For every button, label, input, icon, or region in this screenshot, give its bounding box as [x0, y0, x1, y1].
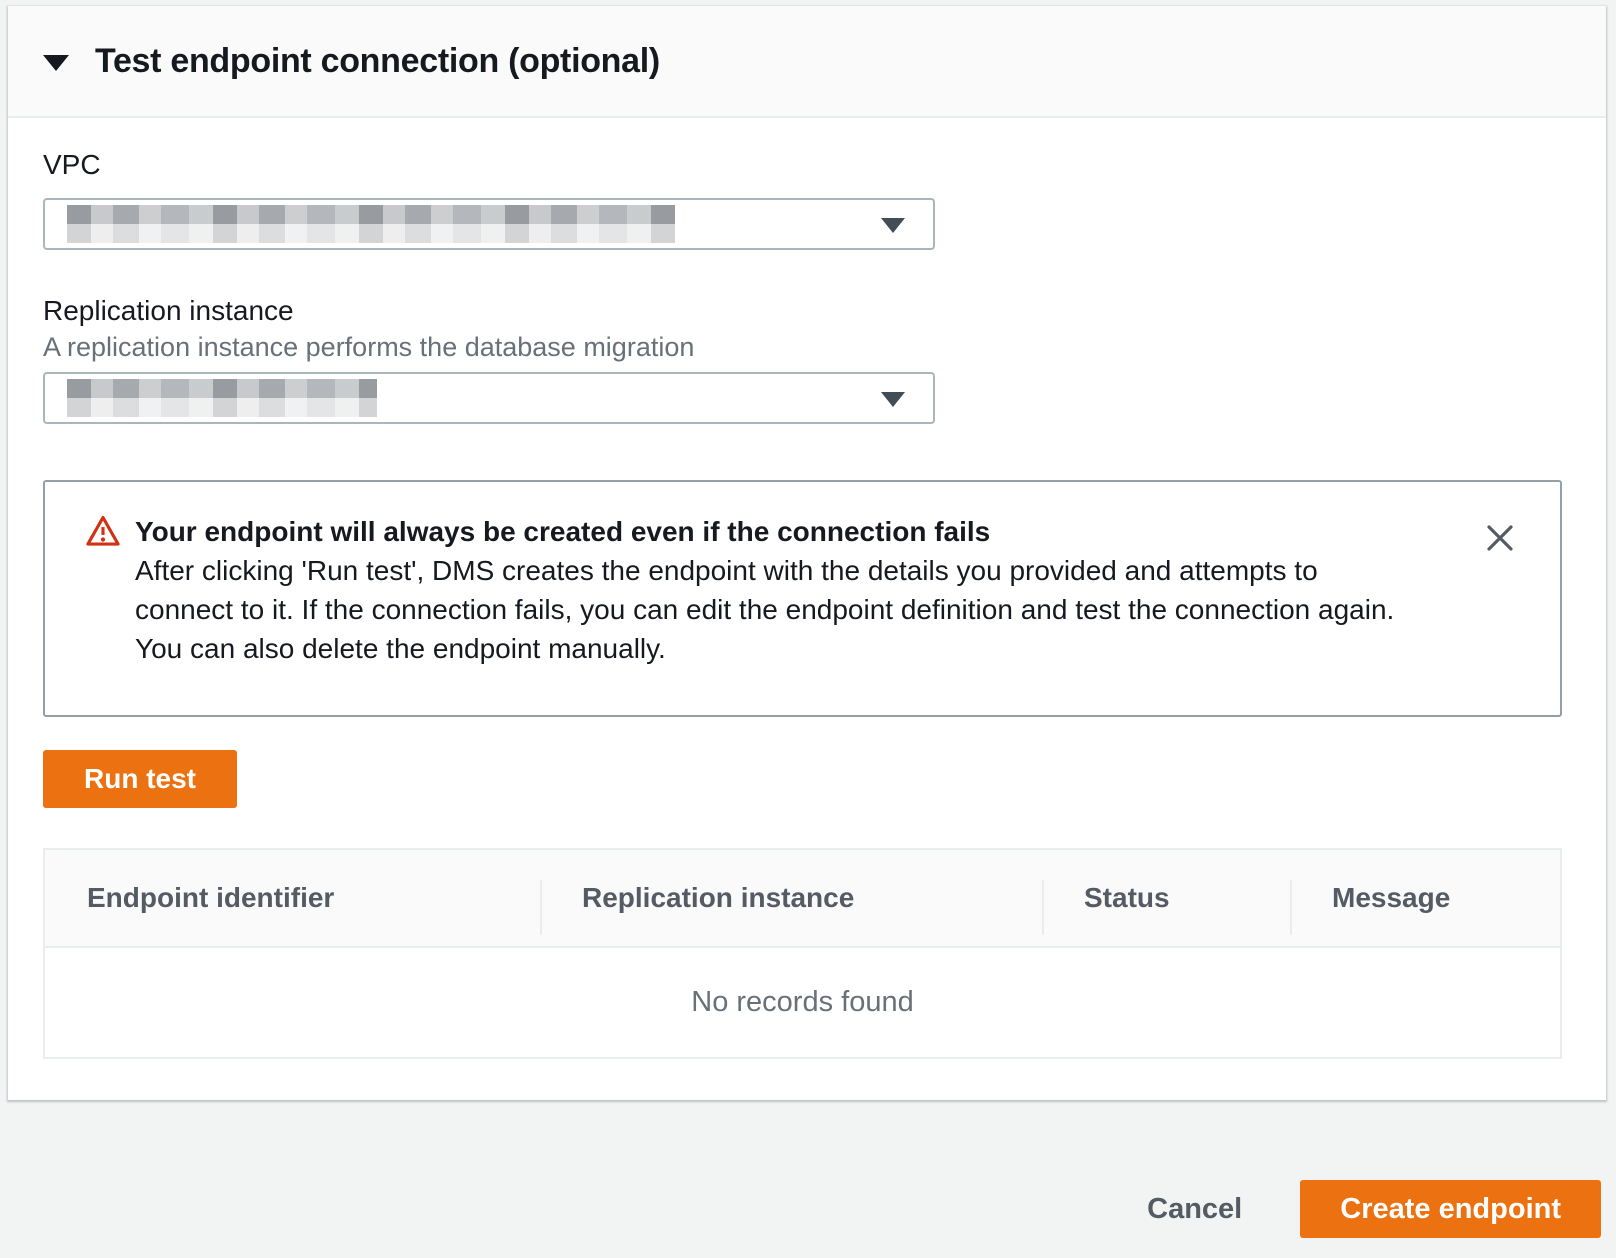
section-body: VPC Replication instance A replication i… [8, 150, 1606, 1059]
warning-alert: Your endpoint will always be created eve… [43, 480, 1562, 717]
form-footer: Cancel Create endpoint [0, 1100, 1616, 1258]
close-button[interactable] [1480, 518, 1520, 558]
collapse-triangle-icon[interactable] [43, 55, 69, 71]
warning-icon [85, 514, 121, 553]
vpc-select[interactable] [43, 198, 935, 250]
replication-instance-description: A replication instance performs the data… [43, 332, 1571, 362]
column-header-endpoint-identifier: Endpoint identifier [45, 850, 540, 946]
replication-instance-redacted-value [67, 379, 377, 417]
chevron-down-icon [881, 218, 905, 233]
page-background: { "section": { "title": "Test endpoint c… [0, 0, 1616, 1258]
test-endpoint-connection-section: Test endpoint connection (optional) VPC … [8, 6, 1606, 1100]
replication-instance-label: Replication instance [43, 296, 1571, 326]
section-title: Test endpoint connection (optional) [95, 42, 660, 81]
alert-title: Your endpoint will always be created eve… [135, 512, 1400, 551]
table-header-row: Endpoint identifier Replication instance… [45, 850, 1560, 948]
vpc-redacted-value [67, 205, 675, 243]
alert-body: After clicking 'Run test', DMS creates t… [135, 551, 1400, 668]
column-header-replication-instance: Replication instance [540, 850, 1042, 946]
cancel-button[interactable]: Cancel [1147, 1180, 1242, 1238]
run-test-button[interactable]: Run test [43, 750, 237, 808]
section-header[interactable]: Test endpoint connection (optional) [8, 6, 1606, 118]
test-results-table: Endpoint identifier Replication instance… [43, 848, 1562, 1059]
close-icon [1485, 523, 1515, 553]
chevron-down-icon [881, 392, 905, 407]
vpc-label: VPC [43, 150, 1571, 180]
create-endpoint-button[interactable]: Create endpoint [1300, 1180, 1601, 1238]
empty-state-message: No records found [45, 948, 1560, 1057]
column-header-message: Message [1290, 850, 1560, 946]
column-header-status: Status [1042, 850, 1290, 946]
replication-instance-select[interactable] [43, 372, 935, 424]
